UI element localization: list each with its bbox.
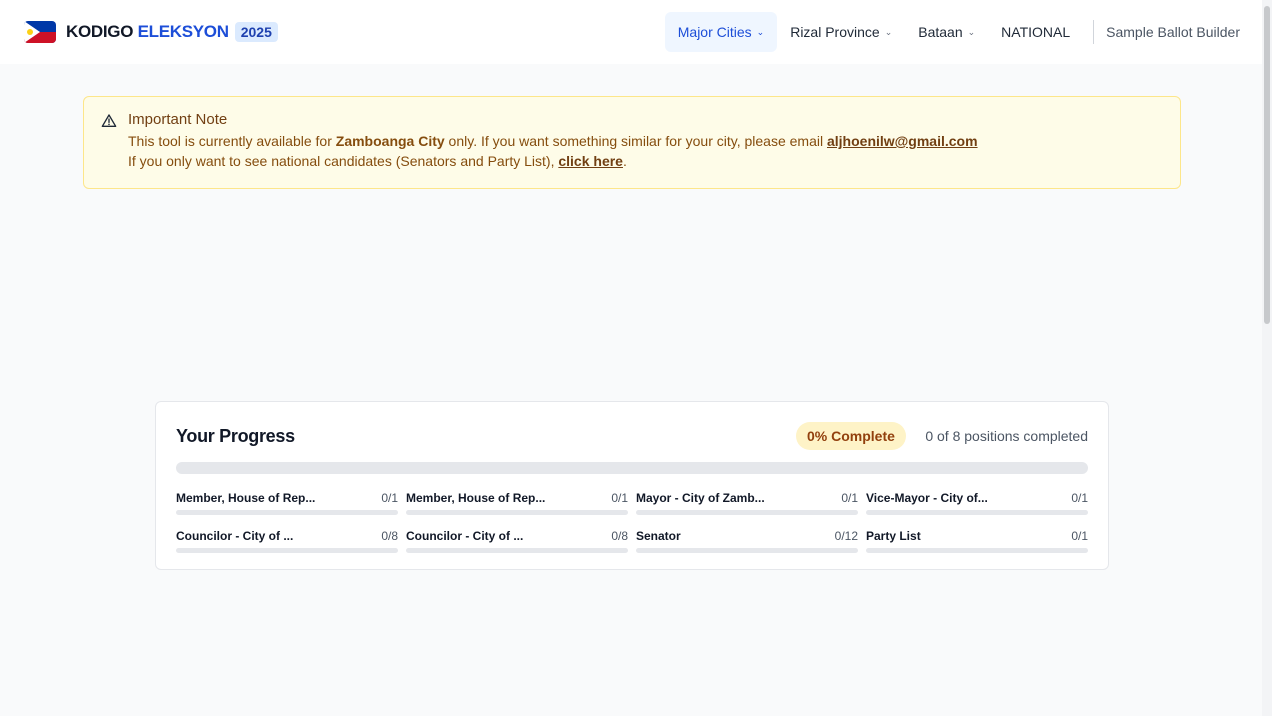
position-progress-item: Vice-Mayor - City of... 0/1 — [866, 491, 1088, 515]
nav-rizal-province-label: Rizal Province — [790, 24, 880, 40]
brand-name-part1: KODIGO — [66, 22, 134, 41]
position-count: 0/1 — [1071, 491, 1088, 505]
chevron-down-icon: ⌄ — [884, 26, 893, 37]
position-progress-bar — [636, 548, 858, 553]
position-name: Party List — [866, 529, 921, 543]
position-progress-item: Member, House of Rep... 0/1 — [406, 491, 628, 515]
main-nav: Major Cities ⌄ Rizal Province ⌄ Bataan ⌄… — [664, 12, 1240, 52]
position-count: 0/1 — [381, 491, 398, 505]
nav-national[interactable]: NATIONAL — [988, 12, 1083, 52]
position-count: 0/8 — [381, 529, 398, 543]
position-progress-bar — [176, 548, 398, 553]
position-name: Councilor - City of ... — [406, 529, 524, 543]
position-count: 0/12 — [834, 529, 858, 543]
positions-completed-count: 0 of 8 positions completed — [925, 428, 1088, 444]
overall-progress-bar — [176, 462, 1088, 474]
notice-text: only. If you want something similar for … — [444, 133, 827, 149]
position-progress-item: Member, House of Rep... 0/1 — [176, 491, 398, 515]
top-header: KODIGO ELEKSYON 2025 Major Cities ⌄ Riza… — [0, 0, 1262, 64]
position-progress-bar — [866, 548, 1088, 553]
position-progress-item: Senator 0/12 — [636, 529, 858, 553]
position-progress-bar — [406, 510, 628, 515]
national-candidates-link[interactable]: click here — [558, 153, 623, 169]
position-progress-item: Councilor - City of ... 0/8 — [176, 529, 398, 553]
position-name: Member, House of Rep... — [176, 491, 316, 505]
percent-complete-badge: 0% Complete — [796, 422, 906, 450]
notice-city: Zamboanga City — [335, 133, 445, 149]
chevron-down-icon: ⌄ — [756, 26, 765, 37]
nav-national-label: NATIONAL — [1001, 24, 1071, 40]
philippine-flag-icon — [24, 21, 56, 43]
nav-sample-ballot-builder[interactable]: Sample Ballot Builder — [1094, 12, 1240, 52]
nav-major-cities[interactable]: Major Cities ⌄ — [664, 12, 778, 52]
notice-title: Important Note — [128, 111, 228, 128]
position-name: Councilor - City of ... — [176, 529, 294, 543]
nav-bataan[interactable]: Bataan ⌄ — [905, 12, 988, 52]
position-count: 0/8 — [611, 529, 628, 543]
position-progress-grid: Member, House of Rep... 0/1 Member, House … — [176, 491, 1088, 553]
progress-title: Your Progress — [176, 426, 295, 446]
notice-text: . — [622, 153, 627, 169]
position-progress-bar — [636, 510, 858, 515]
notice-line-1: This tool is currently available for Zam… — [128, 131, 1164, 151]
chevron-down-icon: ⌄ — [967, 26, 976, 37]
position-count: 0/1 — [1071, 529, 1088, 543]
position-progress-bar — [406, 548, 628, 553]
brand-name: KODIGO ELEKSYON — [66, 22, 229, 42]
scrollbar-thumb[interactable] — [1264, 6, 1270, 324]
position-progress-item: Party List 0/1 — [866, 529, 1088, 553]
position-name: Vice-Mayor - City of... — [866, 491, 988, 505]
position-count: 0/1 — [611, 491, 628, 505]
position-count: 0/1 — [841, 491, 858, 505]
progress-card: Your Progress 0% Complete 0 of 8 positio… — [155, 401, 1109, 570]
page-scrollbar[interactable] — [1262, 0, 1272, 716]
position-name: Member, House of Rep... — [406, 491, 546, 505]
nav-major-cities-label: Major Cities — [677, 24, 752, 40]
important-note-alert: Important Note This tool is currently av… — [83, 96, 1181, 189]
nav-bataan-label: Bataan — [918, 24, 963, 40]
position-progress-item: Councilor - City of ... 0/8 — [406, 529, 628, 553]
brand-name-part2: ELEKSYON — [137, 22, 229, 41]
position-name: Senator — [636, 529, 681, 543]
position-name: Mayor - City of Zamb... — [636, 491, 765, 505]
notice-text: If you only want to see national candida… — [128, 153, 559, 169]
position-progress-bar — [866, 510, 1088, 515]
brand-year-badge: 2025 — [234, 22, 278, 42]
email-link[interactable]: aljhoenilw@gmail.com — [827, 133, 978, 149]
position-progress-bar — [176, 510, 398, 515]
position-progress-item: Mayor - City of Zamb... 0/1 — [636, 491, 858, 515]
warning-triangle-icon — [101, 114, 117, 127]
brand-logo-link[interactable]: KODIGO ELEKSYON 2025 — [24, 21, 278, 43]
notice-text: This tool is currently available for — [128, 133, 336, 149]
notice-line-2: If you only want to see national candida… — [128, 151, 1164, 171]
nav-rizal-province[interactable]: Rizal Province ⌄ — [777, 12, 905, 52]
